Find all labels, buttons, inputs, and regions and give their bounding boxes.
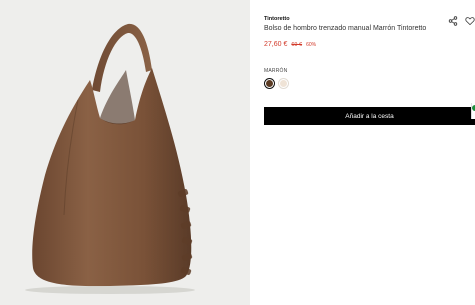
swatch-brown-dot (266, 80, 273, 87)
discount-badge: 60% (306, 42, 317, 48)
color-label: MARRÓN (264, 68, 288, 74)
price-block: 27,60 € 69 € 60% (264, 41, 316, 48)
product-image[interactable] (0, 0, 250, 305)
product-brand[interactable]: Tintoretto (264, 16, 290, 22)
side-widget-tab[interactable] (471, 103, 475, 119)
product-info: Tintoretto Bolso de hombro trenzado manu… (264, 0, 475, 305)
product-title: Bolso de hombro trenzado manual Marrón T… (264, 25, 427, 32)
heart-icon[interactable] (465, 13, 475, 26)
bag-illustration (0, 0, 250, 305)
price-current: 27,60 € (264, 41, 288, 48)
swatch-brown[interactable] (264, 78, 275, 89)
swatch-cream-dot (280, 80, 287, 87)
swatch-cream[interactable] (278, 78, 289, 89)
share-icon[interactable] (448, 13, 458, 26)
add-to-cart-button[interactable]: Añadir a la cesta (264, 107, 475, 125)
price-original: 69 € (291, 42, 303, 48)
color-swatches (264, 78, 289, 89)
